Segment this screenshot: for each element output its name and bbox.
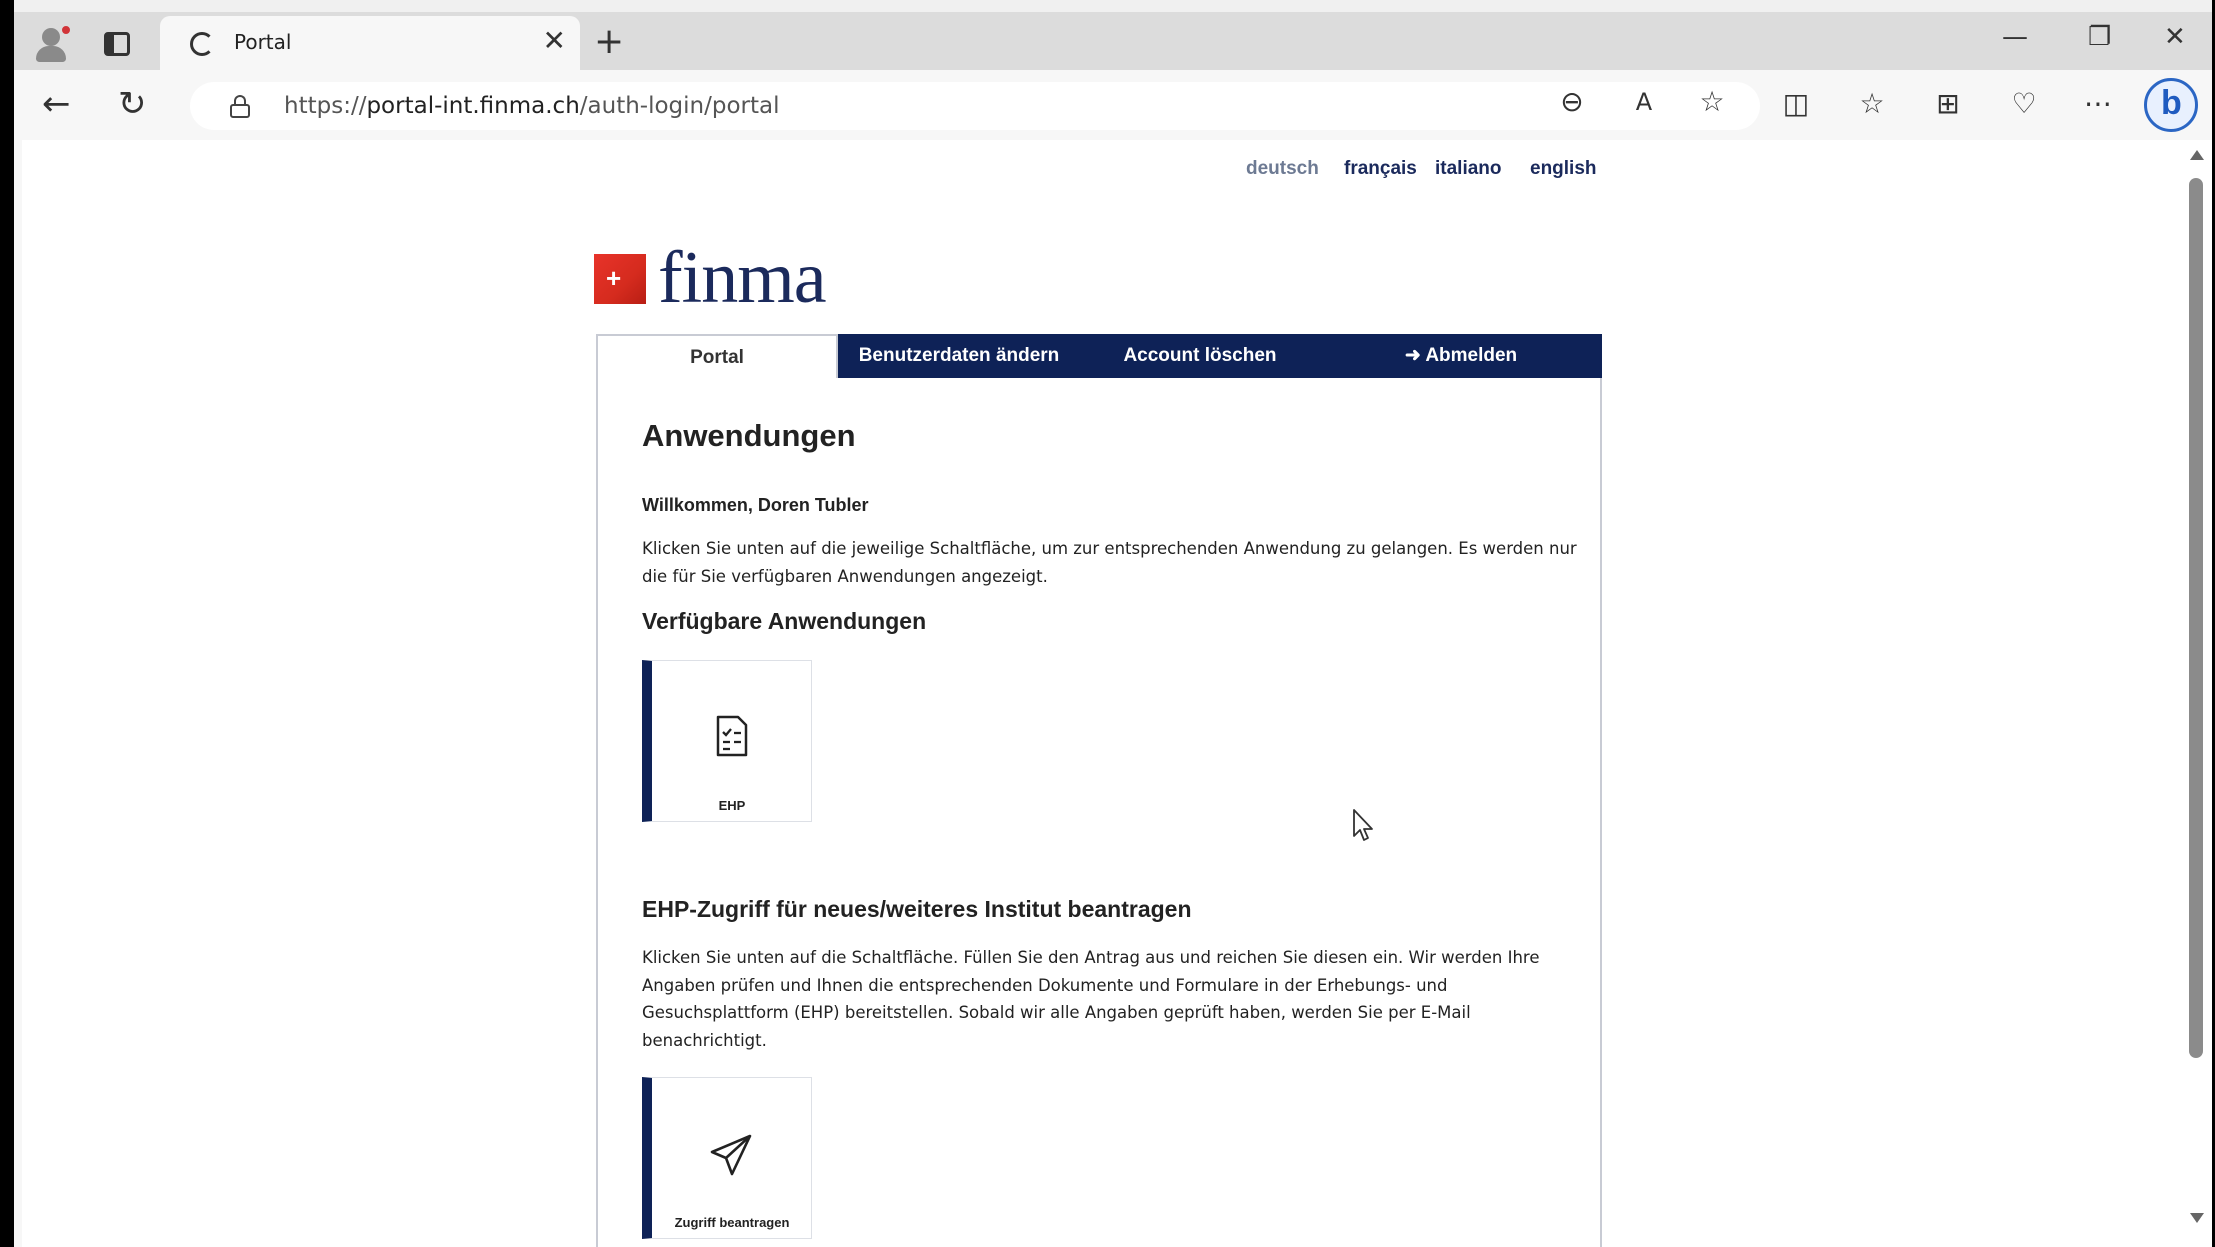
favorite-star-icon[interactable]: ☆ (1692, 82, 1732, 122)
collections-icon[interactable]: ⊞ (1928, 84, 1968, 124)
tab-delete-account[interactable]: Account löschen (1080, 334, 1320, 378)
logout-label: Abmelden (1425, 345, 1518, 366)
tab-portal[interactable]: Portal ✕ (160, 16, 580, 72)
more-menu-icon[interactable]: ⋯ (2078, 84, 2118, 124)
mouse-cursor-icon (1353, 809, 1373, 841)
welcome-text: Willkommen, Doren Tubler (642, 495, 869, 515)
app-card-label: EHP (718, 798, 746, 813)
new-tab-button[interactable]: + (594, 22, 624, 62)
logout-icon: ➜ (1404, 345, 1421, 366)
loading-spinner-icon (190, 32, 214, 56)
tab-title: Portal (234, 30, 292, 54)
request-access-label: Zugriff beantragen (674, 1215, 790, 1230)
lang-deutsch[interactable]: deutsch (1246, 158, 1319, 180)
vertical-scrollbar[interactable] (2182, 140, 2212, 1247)
logo-wordmark: finma (658, 237, 827, 319)
url-text[interactable]: https://portal-int.finma.ch/auth-login/p… (284, 93, 780, 119)
paper-plane-icon (710, 1134, 752, 1176)
reload-button[interactable]: ↻ (118, 84, 147, 124)
scroll-up-icon[interactable] (2190, 150, 2204, 160)
tab-strip: Portal ✕ + — ❐ ✕ (14, 0, 2212, 72)
app-card-ehp[interactable]: EHP (642, 660, 812, 822)
close-window-button[interactable]: ✕ (2164, 22, 2186, 52)
available-apps-heading: Verfügbare Anwendungen (642, 608, 927, 634)
title-bar (14, 0, 2212, 12)
request-access-card[interactable]: Zugriff beantragen (642, 1077, 812, 1239)
lock-icon[interactable] (230, 95, 250, 118)
main-nav: Portal Benutzerdaten ändern Account lösc… (596, 334, 1602, 378)
back-button[interactable]: ← (42, 84, 71, 124)
tab-close-icon[interactable]: ✕ (543, 26, 566, 56)
page-viewport: deutsch français italiano english + finm… (22, 140, 2182, 1247)
address-bar[interactable]: https://portal-int.finma.ch/auth-login/p… (190, 82, 1760, 130)
finma-logo[interactable]: + finma (594, 237, 854, 319)
tab-portal-nav[interactable]: Portal (596, 334, 838, 378)
checklist-document-icon (716, 715, 748, 757)
logout-link[interactable]: ➜ Abmelden (1320, 334, 1602, 378)
browser-window: Portal ✕ + — ❐ ✕ ← ↻ https://portal-int.… (14, 0, 2212, 1247)
split-screen-icon[interactable]: ◫ (1776, 84, 1816, 124)
lang-italiano[interactable]: italiano (1435, 158, 1502, 180)
lang-english[interactable]: english (1530, 158, 1597, 180)
tab-actions-icon[interactable] (104, 32, 130, 56)
profile-icon[interactable] (34, 24, 74, 64)
favorites-icon[interactable]: ☆ (1852, 84, 1892, 124)
intro-text: Klicken Sie unten auf die jeweilige Scha… (642, 539, 1577, 586)
page-title: Anwendungen (642, 418, 856, 453)
request-access-text: Klicken Sie unten auf die Schaltfläche. … (642, 948, 1540, 1050)
toolbar: ← ↻ https://portal-int.finma.ch/auth-log… (14, 70, 2212, 140)
read-aloud-icon[interactable]: A (1624, 82, 1664, 122)
maximize-button[interactable]: ❐ (2088, 22, 2111, 52)
scroll-down-icon[interactable] (2190, 1213, 2204, 1223)
lang-francais[interactable]: français (1344, 158, 1417, 180)
browser-essentials-icon[interactable]: ♡ (2004, 84, 2044, 124)
tab-change-user-data[interactable]: Benutzerdaten ändern (838, 334, 1080, 378)
minimize-button[interactable]: — (2002, 22, 2028, 52)
scroll-thumb[interactable] (2189, 178, 2203, 1058)
swiss-flag-icon: + (594, 254, 646, 304)
request-access-heading: EHP-Zugriff für neues/weiteres Institut … (642, 896, 1192, 922)
zoom-icon[interactable]: ⊖ (1552, 82, 1592, 122)
bing-copilot-button[interactable]: b (2144, 78, 2198, 132)
